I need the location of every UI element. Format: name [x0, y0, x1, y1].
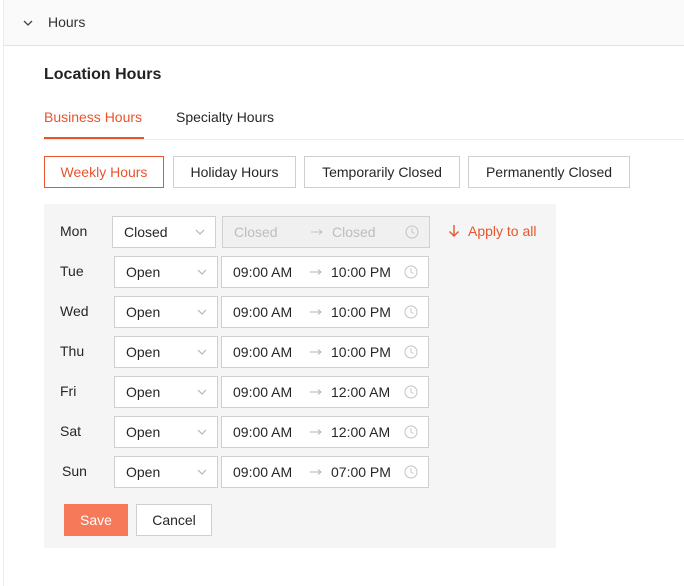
status-value: Open	[126, 344, 161, 360]
weekly-hours-button[interactable]: Weekly Hours	[44, 156, 164, 188]
arrow-right-icon	[310, 349, 322, 355]
schedule-row-wed: Wed Open 09:00 AM 10:00 PM	[44, 296, 556, 328]
day-label: Wed	[60, 303, 89, 319]
schedule-row-tue: Tue Open 09:00 AM 10:00 PM	[44, 256, 556, 288]
clock-icon	[405, 225, 419, 239]
schedule-row-sun: Sun Open 09:00 AM 07:00 PM	[44, 456, 556, 488]
clock-icon	[404, 465, 418, 479]
arrow-down-icon	[449, 225, 459, 237]
chevron-down-icon	[197, 309, 207, 315]
open-time: 09:00 AM	[233, 424, 293, 440]
cancel-button[interactable]: Cancel	[136, 504, 212, 536]
chevron-down-icon	[197, 429, 207, 435]
arrow-right-icon	[310, 469, 322, 475]
close-time: 07:00 PM	[331, 464, 391, 480]
schedule-row-sat: Sat Open 09:00 AM 12:00 AM	[44, 416, 556, 448]
close-time: 10:00 PM	[331, 344, 391, 360]
time-range-input[interactable]: 09:00 AM 10:00 PM	[221, 256, 429, 288]
left-border	[3, 0, 4, 586]
status-value: Open	[126, 304, 161, 320]
status-value: Closed	[124, 224, 168, 240]
time-range-input[interactable]: 09:00 AM 07:00 PM	[221, 456, 429, 488]
open-time: 09:00 AM	[233, 344, 293, 360]
arrow-right-icon	[310, 309, 322, 315]
save-button[interactable]: Save	[64, 504, 128, 536]
active-tab-indicator	[44, 137, 144, 139]
clock-icon	[404, 265, 418, 279]
open-time: 09:00 AM	[233, 464, 293, 480]
schedule-row-mon: Mon Closed Closed Closed Apply to all	[44, 216, 556, 248]
arrow-right-icon	[310, 269, 322, 275]
status-select[interactable]: Closed	[112, 216, 216, 248]
clock-icon	[404, 385, 418, 399]
close-time: 12:00 AM	[331, 424, 391, 440]
clock-icon	[404, 305, 418, 319]
close-time: 12:00 AM	[331, 384, 391, 400]
status-select[interactable]: Open	[114, 256, 218, 288]
arrow-right-icon	[310, 429, 322, 435]
arrow-right-icon	[310, 389, 322, 395]
open-time: 09:00 AM	[233, 264, 293, 280]
page-title: Location Hours	[44, 66, 162, 83]
status-value: Open	[126, 264, 161, 280]
status-value: Open	[126, 424, 161, 440]
tab-specialty-hours[interactable]: Specialty Hours	[176, 109, 274, 125]
day-label: Sat	[60, 423, 82, 439]
chevron-down-icon	[197, 469, 207, 475]
chevron-down-icon	[197, 389, 207, 395]
clock-icon	[404, 345, 418, 359]
schedule-row-thu: Thu Open 09:00 AM 10:00 PM	[44, 336, 556, 368]
open-time: Closed	[234, 224, 278, 240]
hours-section-header[interactable]: Hours	[4, 0, 684, 46]
chevron-down-icon	[195, 229, 205, 235]
close-time: 10:00 PM	[331, 304, 391, 320]
status-select[interactable]: Open	[114, 376, 218, 408]
temporarily-closed-button[interactable]: Temporarily Closed	[304, 156, 460, 188]
close-time: Closed	[332, 224, 376, 240]
chevron-down-icon	[23, 20, 33, 26]
status-value: Open	[126, 464, 161, 480]
holiday-hours-button[interactable]: Holiday Hours	[173, 156, 296, 188]
arrow-right-icon	[311, 229, 323, 235]
schedule-row-fri: Fri Open 09:00 AM 12:00 AM	[44, 376, 556, 408]
permanently-closed-button[interactable]: Permanently Closed	[468, 156, 630, 188]
section-title: Hours	[48, 14, 86, 30]
status-select[interactable]: Open	[114, 416, 218, 448]
status-select[interactable]: Open	[114, 456, 218, 488]
open-time: 09:00 AM	[233, 304, 293, 320]
time-range-input: Closed Closed	[222, 216, 430, 248]
weekly-hours-panel: Mon Closed Closed Closed Apply to all Tu…	[44, 204, 556, 548]
apply-to-all-link[interactable]: Apply to all	[448, 223, 536, 239]
status-select[interactable]: Open	[114, 336, 218, 368]
day-label: Fri	[60, 383, 77, 399]
chevron-down-icon	[197, 349, 207, 355]
time-range-input[interactable]: 09:00 AM 10:00 PM	[221, 336, 429, 368]
day-label: Thu	[60, 343, 85, 359]
time-range-input[interactable]: 09:00 AM 12:00 AM	[221, 376, 429, 408]
time-range-input[interactable]: 09:00 AM 10:00 PM	[221, 296, 429, 328]
hours-tabs: Business Hours Specialty Hours	[44, 100, 684, 140]
chevron-down-icon	[197, 269, 207, 275]
clock-icon	[404, 425, 418, 439]
apply-to-all-label: Apply to all	[468, 223, 537, 239]
status-select[interactable]: Open	[114, 296, 218, 328]
status-value: Open	[126, 384, 161, 400]
day-label: Sun	[62, 463, 87, 479]
tab-business-hours[interactable]: Business Hours	[44, 109, 142, 125]
close-time: 10:00 PM	[331, 264, 391, 280]
open-time: 09:00 AM	[233, 384, 293, 400]
day-label: Tue	[60, 263, 84, 279]
day-label: Mon	[60, 223, 88, 239]
time-range-input[interactable]: 09:00 AM 12:00 AM	[221, 416, 429, 448]
